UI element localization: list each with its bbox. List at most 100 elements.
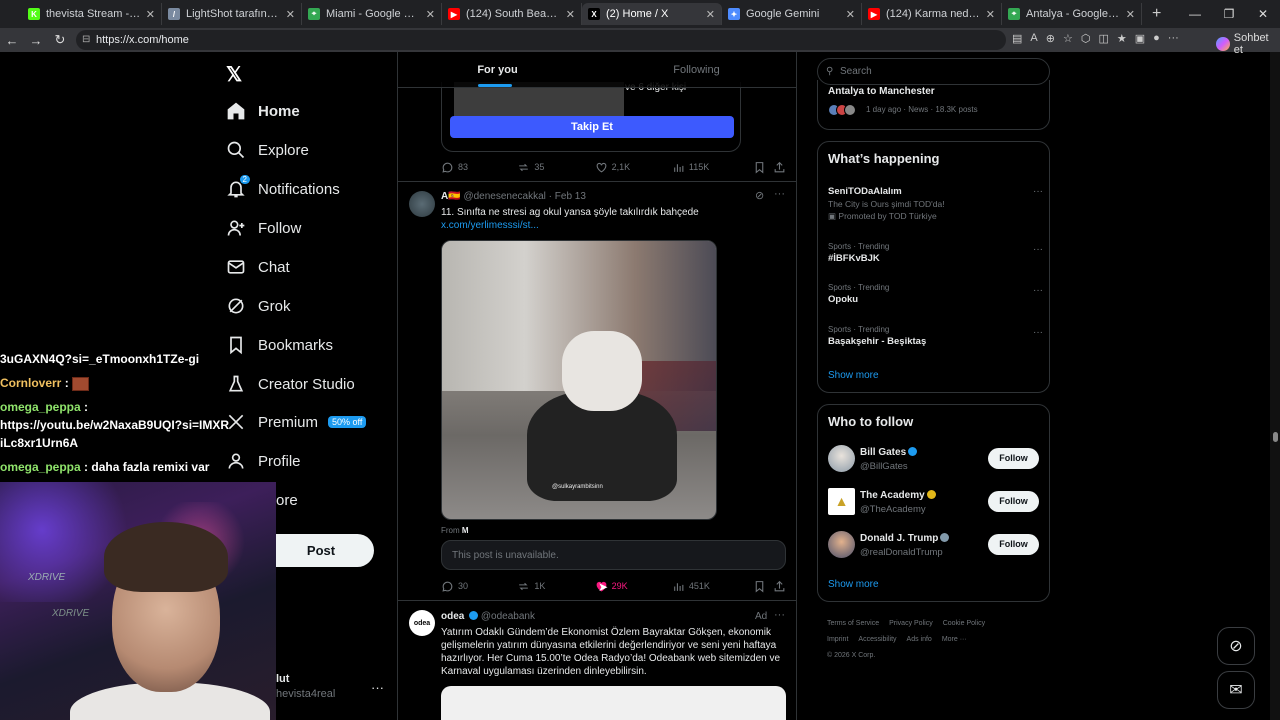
follow-suggestion[interactable]: ▲ The Academy @TheAcademy Follow — [828, 488, 1043, 518]
ad-image[interactable] — [441, 686, 786, 720]
zoom-icon[interactable]: ⊕ — [1046, 32, 1055, 45]
repost-button[interactable]: 1K — [517, 580, 594, 593]
tweet-video[interactable]: @sulkayrambitsinn — [441, 240, 717, 520]
show-more-link[interactable]: Show more — [828, 370, 879, 381]
more-options-icon[interactable]: ··· — [1033, 244, 1043, 255]
avatar[interactable] — [828, 531, 855, 558]
tab-close-icon[interactable]: ✕ — [1126, 8, 1135, 21]
footer-link[interactable]: Ads info — [907, 636, 932, 643]
avatar[interactable] — [409, 191, 435, 217]
show-more-link[interactable]: Show more — [828, 579, 879, 590]
tab-close-icon[interactable]: ✕ — [286, 8, 295, 21]
share-button[interactable] — [773, 580, 786, 593]
bookmark-button[interactable] — [753, 580, 773, 593]
follow-button[interactable]: Follow — [988, 491, 1039, 512]
avatar[interactable] — [828, 445, 855, 472]
nav-item-creator-studio[interactable]: Creator Studio — [226, 372, 355, 396]
messages-float-icon[interactable]: ✉ — [1217, 671, 1255, 709]
tab-close-icon[interactable]: ✕ — [846, 8, 855, 21]
account-handle[interactable]: hevista4real — [276, 688, 335, 700]
takip-et-button[interactable]: Takip Et — [450, 116, 734, 138]
ad-handle[interactable]: @odeabank — [481, 611, 535, 622]
avatar[interactable]: ▲ — [828, 488, 855, 515]
ad-name[interactable]: odea — [441, 611, 464, 622]
footer-link[interactable]: Privacy Policy — [889, 620, 933, 627]
nav-item-premium[interactable]: Premium 50% off — [226, 410, 367, 434]
share-button[interactable] — [773, 161, 786, 174]
footer-link[interactable]: Accessibility — [858, 636, 896, 643]
ad-avatar[interactable]: odea — [409, 610, 435, 636]
maximize-icon[interactable]: ❐ — [1212, 7, 1246, 21]
footer-link[interactable]: Imprint — [827, 636, 848, 643]
x-logo-icon[interactable]: 𝕏 — [226, 62, 242, 87]
tweet-link[interactable]: x.com/yerlimesssi/st... — [441, 219, 786, 232]
trend-item[interactable]: Sports · Trending #İBFKvBJK ··· — [828, 242, 1043, 264]
follow-suggestion[interactable]: Donald J. Trump @realDonaldTrump Follow — [828, 531, 1043, 561]
forward-icon[interactable]: → — [24, 33, 48, 48]
minimize-icon[interactable]: — — [1178, 7, 1212, 21]
split-screen-icon[interactable]: ◫ — [1098, 32, 1108, 45]
footer-link[interactable]: More ··· — [942, 636, 967, 643]
account-name[interactable]: lut — [276, 673, 289, 685]
browser-tab[interactable]: Kthevista Stream - Watch Live ✕ — [22, 3, 162, 25]
tab-close-icon[interactable]: ✕ — [146, 8, 155, 21]
nav-item-explore[interactable]: Explore — [226, 138, 309, 162]
bookmark-button[interactable] — [753, 161, 773, 174]
follow-button[interactable]: Follow — [988, 534, 1039, 555]
tab-close-icon[interactable]: ✕ — [426, 8, 435, 21]
browser-tab[interactable]: X (2) Home / X ✕ — [582, 3, 722, 25]
browser-tab[interactable]: / LightShot tarafından Ekran G ✕ — [162, 3, 302, 25]
trend-item[interactable]: Sports · Trending Başakşehir - Beşiktaş … — [828, 325, 1043, 347]
browser-tab[interactable]: ▶ (124) Karma nedir, nasıl çalış ✕ — [862, 3, 1002, 25]
grok-icon[interactable]: ⊘ — [755, 189, 764, 202]
nav-item-follow[interactable]: Follow — [226, 216, 301, 240]
trend-item[interactable]: SeniTODaAlalım The City is Ours şimdi TO… — [828, 184, 1043, 222]
tab-close-icon[interactable]: ✕ — [986, 8, 995, 21]
favorite-star-icon[interactable]: ☆ — [1063, 32, 1073, 45]
reply-button[interactable]: 30 — [441, 580, 517, 593]
more-options-icon[interactable]: ··· — [1033, 285, 1043, 296]
footer-link[interactable]: Cookie Policy — [943, 620, 985, 627]
more-options-icon[interactable]: ··· — [1033, 327, 1043, 338]
tab-close-icon[interactable]: ✕ — [706, 8, 715, 21]
page-scrollbar[interactable] — [1270, 52, 1280, 720]
author-handle[interactable]: @denesenecakkal — [463, 191, 545, 202]
new-tab-icon[interactable]: + — [1152, 5, 1161, 23]
more-options-icon[interactable]: ··· — [774, 188, 785, 200]
tweet-date[interactable]: Feb 13 — [555, 191, 586, 202]
more-options-icon[interactable]: ··· — [1033, 186, 1043, 197]
close-window-icon[interactable]: ✕ — [1246, 7, 1280, 21]
more-options-icon[interactable]: ··· — [774, 609, 785, 621]
browser-tab[interactable]: ⌖ Antalya - Google Haritalar ✕ — [1002, 3, 1142, 25]
collections-icon[interactable]: ▣ — [1135, 32, 1145, 45]
trend-item[interactable]: Sports · Trending Opoku ··· — [828, 283, 1043, 305]
reload-icon[interactable]: ↻ — [48, 32, 72, 48]
reply-button[interactable]: 83 — [441, 161, 517, 174]
scrollbar-thumb[interactable] — [1273, 432, 1278, 442]
browser-tab[interactable]: ⌖ Miami - Google Haritalar ✕ — [302, 3, 442, 25]
author-name[interactable]: A🇪🇸 — [441, 191, 461, 202]
nav-item-chat[interactable]: Chat — [226, 255, 290, 279]
translate-icon[interactable]: A — [1030, 32, 1037, 45]
footer-link[interactable]: Terms of Service — [827, 620, 879, 627]
follow-button[interactable]: Follow — [988, 448, 1039, 469]
nav-item-profile[interactable]: Profile — [226, 449, 301, 473]
tab-close-icon[interactable]: ✕ — [566, 8, 575, 21]
tab-following[interactable]: Following — [597, 52, 796, 87]
reader-icon[interactable]: ▤ — [1012, 32, 1022, 45]
repost-button[interactable]: 35 — [517, 161, 594, 174]
site-info-icon[interactable]: ⊟ — [82, 30, 90, 50]
views-button[interactable]: 451K — [672, 580, 753, 593]
from-name[interactable]: M — [462, 526, 469, 535]
tab-for-you[interactable]: For you — [398, 52, 597, 87]
browser-tab[interactable]: ✦ Google Gemini ✕ — [722, 3, 862, 25]
nav-item-grok[interactable]: Grok — [226, 294, 291, 318]
nav-item-home[interactable]: Home — [226, 99, 300, 123]
views-button[interactable]: 115K — [672, 161, 753, 174]
nav-item-bookmarks[interactable]: Bookmarks — [226, 333, 333, 357]
back-icon[interactable]: ← — [0, 33, 24, 48]
like-button[interactable]: 2,1K — [595, 161, 672, 174]
profile-avatar[interactable]: ● — [1153, 32, 1160, 45]
nav-more-label[interactable]: ore — [276, 492, 298, 509]
browser-tab[interactable]: ▶ (124) South Beach Ocean Dr ✕ — [442, 3, 582, 25]
